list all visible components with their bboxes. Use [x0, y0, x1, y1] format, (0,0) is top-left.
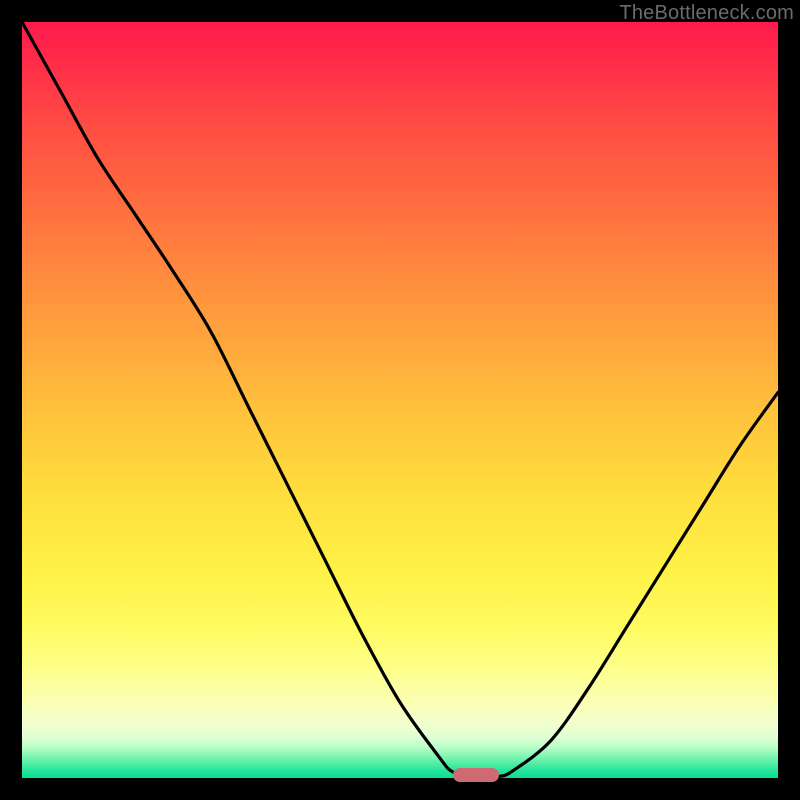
- curve-path: [22, 22, 778, 777]
- watermark-text: TheBottleneck.com: [619, 2, 794, 25]
- chart-frame: TheBottleneck.com: [0, 0, 800, 800]
- chart-plot-area: [22, 22, 778, 778]
- optimal-marker: [453, 768, 499, 782]
- bottleneck-curve: [22, 22, 778, 778]
